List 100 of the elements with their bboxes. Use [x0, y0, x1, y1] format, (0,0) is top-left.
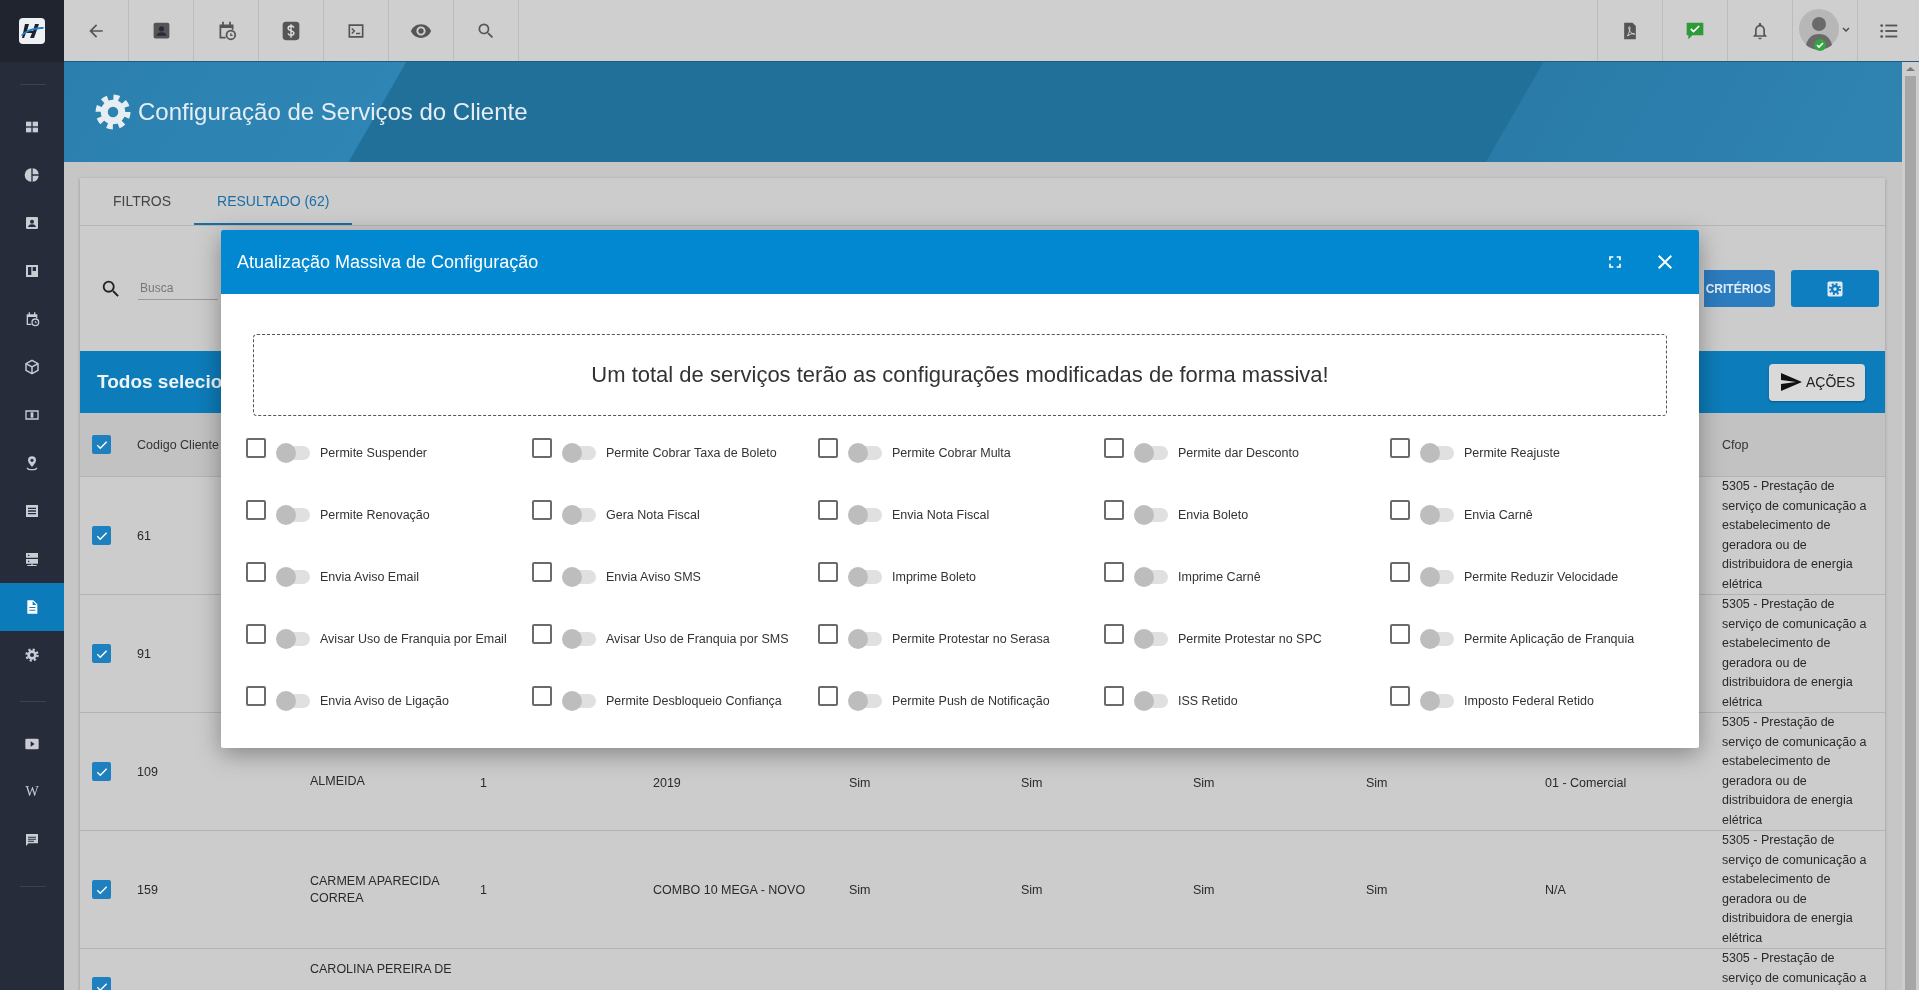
checkbox[interactable] [246, 438, 266, 458]
checkbox[interactable] [532, 624, 552, 644]
table-cell: 109 [137, 764, 158, 779]
selection-title: Todos selecio [97, 371, 223, 393]
tab[interactable]: FILTROS [90, 178, 195, 225]
table-cell: Sim [1021, 882, 1043, 897]
option-label: Envia Nota Fiscal [892, 508, 990, 522]
checkbox[interactable] [818, 438, 838, 458]
toggle-switch[interactable] [276, 691, 310, 711]
option-label: Avisar Uso de Franquia por Email [320, 632, 507, 646]
toggle-switch[interactable] [562, 505, 596, 525]
column-header: Codigo Cliente [137, 437, 219, 452]
checkbox[interactable] [818, 562, 838, 582]
contact-card-icon [24, 215, 40, 231]
sidebar-item[interactable]: W [0, 768, 64, 816]
list-icon [24, 503, 40, 519]
checkbox[interactable] [818, 500, 838, 520]
toggle-switch[interactable] [276, 629, 310, 649]
table-cell-text: 1 [480, 776, 487, 792]
table-cell: N/A [1545, 882, 1566, 897]
option-label: Permite Push de Notificação [892, 694, 1050, 708]
table-cell-text: 5305 - Prestação de serviço de comunicação a estabelecimento de geradora ou de distribuidora de energia elétrica [1722, 478, 1868, 593]
toggle-switch[interactable] [848, 691, 882, 711]
checkbox[interactable] [1104, 438, 1124, 458]
checkbox[interactable] [1390, 500, 1410, 520]
checkbox[interactable] [532, 438, 552, 458]
checkbox[interactable] [818, 624, 838, 644]
toggle-switch[interactable] [1134, 691, 1168, 711]
option-label: Gera Nota Fiscal [606, 508, 700, 522]
table-cell-text: 5305 - Prestação de serviço de comunicação a estabelecimento de geradora ou de distribuidora de energia elétrica [1722, 832, 1868, 947]
checkbox[interactable] [1104, 686, 1124, 706]
criteria-button[interactable]: CRITÉRIOS [1703, 270, 1775, 307]
table-cell-text: 01 - Comercial [1545, 776, 1627, 792]
sidebar-item[interactable] [0, 583, 64, 631]
option-label: Envia Boleto [1178, 508, 1249, 522]
toggle-switch[interactable] [848, 505, 882, 525]
table-cell: COMBO 10 MEGA - NOVO [653, 882, 806, 897]
option-label: Avisar Uso de Franquia por SMS [606, 632, 789, 646]
chat-icon [24, 832, 40, 848]
checkbox[interactable] [246, 562, 266, 582]
checkbox[interactable] [246, 624, 266, 644]
row-checkbox[interactable] [92, 526, 111, 545]
toggle-switch[interactable] [1134, 443, 1168, 463]
table-cell-text: CAROLINA PEREIRA DE [310, 961, 453, 978]
checkbox[interactable] [246, 686, 266, 706]
checkbox[interactable] [532, 500, 552, 520]
table-cell-text: Sim [1021, 776, 1043, 792]
option-label: Envia Carnê [1464, 508, 1533, 522]
checkbox[interactable] [1390, 438, 1410, 458]
option-label: Envia Aviso de Ligação [320, 694, 450, 708]
table-cell: 159 [137, 882, 158, 897]
select-all-checkbox[interactable] [92, 435, 111, 454]
checkbox[interactable] [1390, 562, 1410, 582]
toggle-switch[interactable] [848, 443, 882, 463]
checkbox[interactable] [532, 562, 552, 582]
checkbox[interactable] [532, 686, 552, 706]
checkbox[interactable] [1104, 562, 1124, 582]
option-label: Permite Protestar no Serasa [892, 632, 1050, 646]
table-cell-text: Sim [849, 776, 871, 792]
checkbox[interactable] [246, 500, 266, 520]
toggle-switch[interactable] [1420, 691, 1454, 711]
option-label: Permite Renovação [320, 508, 430, 522]
toggle-switch[interactable] [1420, 505, 1454, 525]
table-cell-text: 5305 - Prestação de serviço de comunicação a estabelecimento de geradora ou de distribuidora de energia elétrica [1722, 596, 1868, 711]
row-checkbox[interactable] [92, 762, 111, 781]
checkbox[interactable] [1390, 624, 1410, 644]
toggle-switch[interactable] [276, 567, 310, 587]
table-cell: Sim [849, 882, 871, 897]
toggle-switch[interactable] [562, 567, 596, 587]
toggle-switch[interactable] [562, 443, 596, 463]
chat-check-icon [1685, 20, 1705, 41]
toggle-switch[interactable] [848, 629, 882, 649]
checkbox[interactable] [1104, 624, 1124, 644]
actions-button[interactable]: AÇÕES [1769, 363, 1865, 401]
table-cell-text: ALMEIDA [310, 773, 366, 790]
toggle-switch[interactable] [848, 567, 882, 587]
row-checkbox[interactable] [92, 880, 111, 899]
option-label: Permite Suspender [320, 446, 427, 460]
toggle-switch[interactable] [276, 443, 310, 463]
toggle-switch[interactable] [1134, 567, 1168, 587]
server-icon [24, 551, 40, 567]
tab[interactable]: RESULTADO (62) [194, 178, 353, 225]
checkbox[interactable] [1390, 686, 1410, 706]
toggle-switch[interactable] [1420, 567, 1454, 587]
toggle-switch[interactable] [1420, 443, 1454, 463]
option-label: Envia Aviso Email [320, 570, 420, 584]
table-cell-text: CARMEM APARECIDA CORREA [310, 872, 441, 907]
wiki-glyph: W [25, 785, 39, 799]
toggle-switch[interactable] [1420, 629, 1454, 649]
checkbox[interactable] [818, 686, 838, 706]
settings-button[interactable] [1791, 270, 1879, 307]
toggle-switch[interactable] [562, 691, 596, 711]
toggle-switch[interactable] [562, 629, 596, 649]
toggle-switch[interactable] [1134, 505, 1168, 525]
table-cell: Sim [1366, 882, 1388, 897]
table-cell-text: Sim [1366, 776, 1388, 792]
toggle-switch[interactable] [276, 505, 310, 525]
checkbox[interactable] [1104, 500, 1124, 520]
row-checkbox[interactable] [92, 644, 111, 663]
toggle-switch[interactable] [1134, 629, 1168, 649]
